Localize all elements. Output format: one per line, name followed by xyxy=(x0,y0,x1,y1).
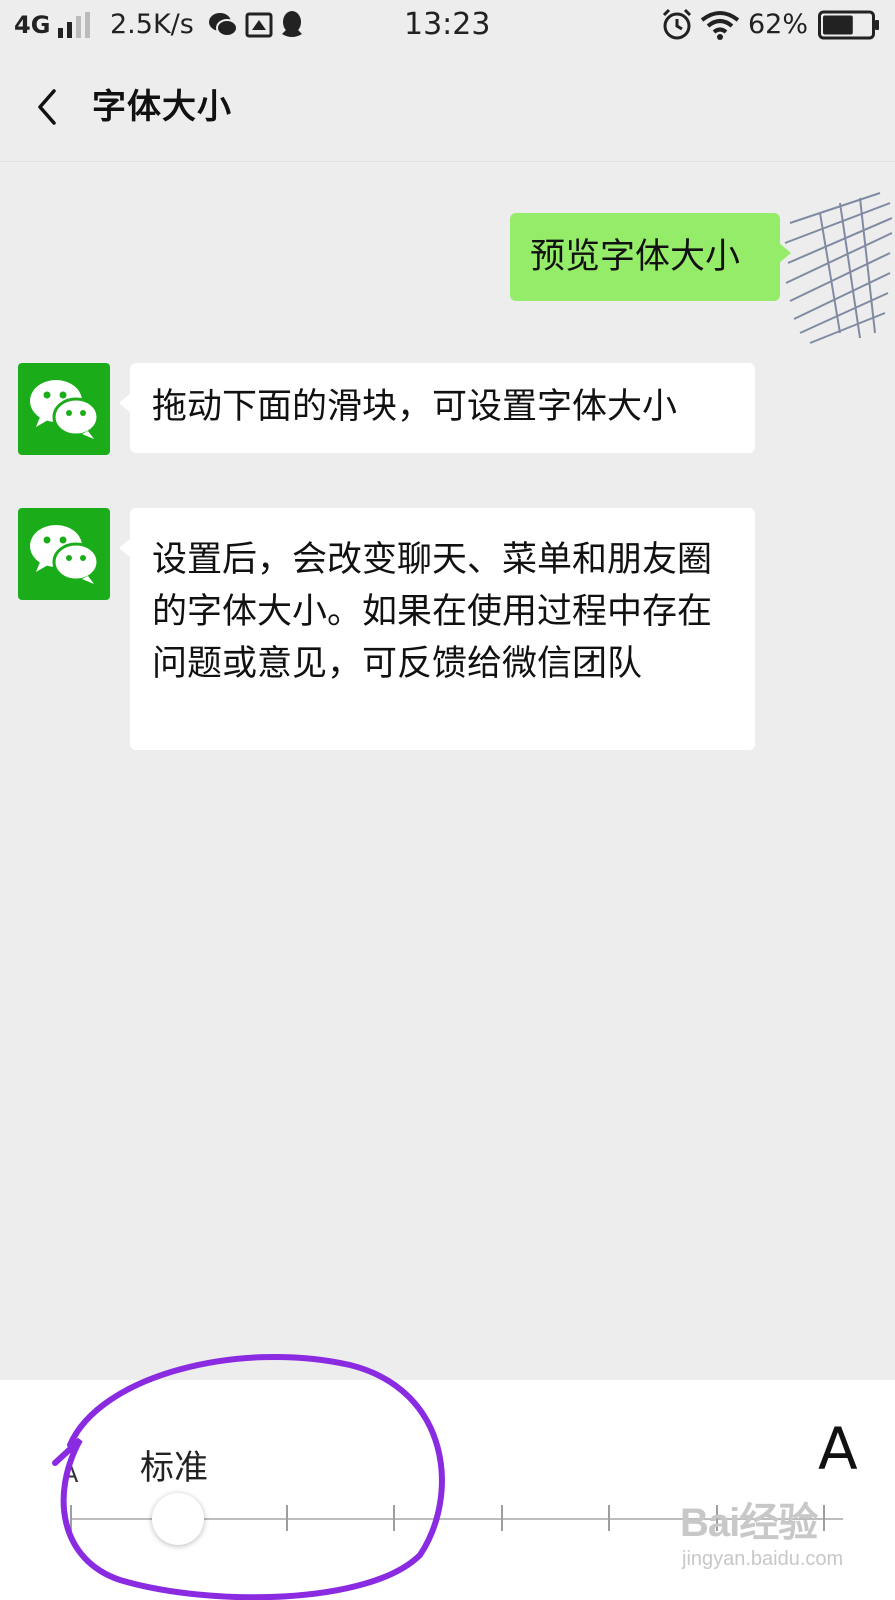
received-message-bubble: 拖动下面的滑块，可设置字体大小 xyxy=(119,363,755,453)
battery-icon xyxy=(818,10,879,40)
watermark-logo: Bai经验 xyxy=(680,1501,818,1545)
slider-tick[interactable] xyxy=(70,1505,72,1531)
watermark-site: jingyan.baidu.com xyxy=(682,1548,844,1570)
chevron-left-icon xyxy=(38,89,56,125)
qq-icon xyxy=(282,11,302,37)
sent-message-bubble: 预览字体大小 xyxy=(510,213,791,301)
wifi-icon xyxy=(700,11,740,40)
alarm-icon xyxy=(662,8,692,40)
sent-message-text: 预览字体大小 xyxy=(530,237,741,277)
slider-tick[interactable] xyxy=(500,1505,503,1531)
page-title: 字体大小 xyxy=(92,87,232,127)
wechat-avatar xyxy=(18,363,110,455)
baidu-jingyan-watermark: Bai经验 jingyan.baidu.com xyxy=(680,1490,890,1590)
censored-avatar xyxy=(784,192,893,344)
title-bar: 字体大小 xyxy=(0,52,895,162)
large-font-label: A xyxy=(818,1415,858,1483)
network-type: 4G xyxy=(14,11,51,39)
net-speed: 2.5K/s xyxy=(110,9,194,40)
standard-size-label: 标准 xyxy=(140,1448,208,1488)
received-message-bubble: 设置后，会改变聊天、菜单和朋友圈的字体大小。如果在使用过程中存在问题或意见，可反… xyxy=(119,508,755,750)
battery-percent: 62% xyxy=(748,9,809,40)
chat-preview: 预览字体大小 拖动下面的滑块，可设置字体大小 设置后，会改变聊天、菜单和朋友圈的… xyxy=(0,163,895,1380)
back-button[interactable] xyxy=(22,82,72,132)
signal-icon xyxy=(58,12,90,38)
slider-tick[interactable] xyxy=(608,1505,610,1531)
status-bar: 4G 2.5K/s 13:23 62% xyxy=(0,0,895,50)
slider-tick[interactable] xyxy=(285,1505,288,1531)
wechat-icon xyxy=(209,13,238,37)
wechat-logo-icon xyxy=(30,525,100,584)
received-message-text: 设置后，会改变聊天、菜单和朋友圈的字体大小。如果在使用过程中存在问题或意见，可反… xyxy=(152,540,713,684)
font-size-slider-thumb[interactable] xyxy=(152,1493,204,1545)
wechat-logo-icon xyxy=(30,380,100,439)
wechat-avatar xyxy=(18,508,110,600)
clock: 13:23 xyxy=(404,7,491,42)
slider-tick[interactable] xyxy=(393,1505,395,1531)
screenshot-icon xyxy=(245,12,273,38)
received-message-text: 拖动下面的滑块，可设置字体大小 xyxy=(152,387,678,427)
small-font-label: A xyxy=(62,1460,79,1488)
